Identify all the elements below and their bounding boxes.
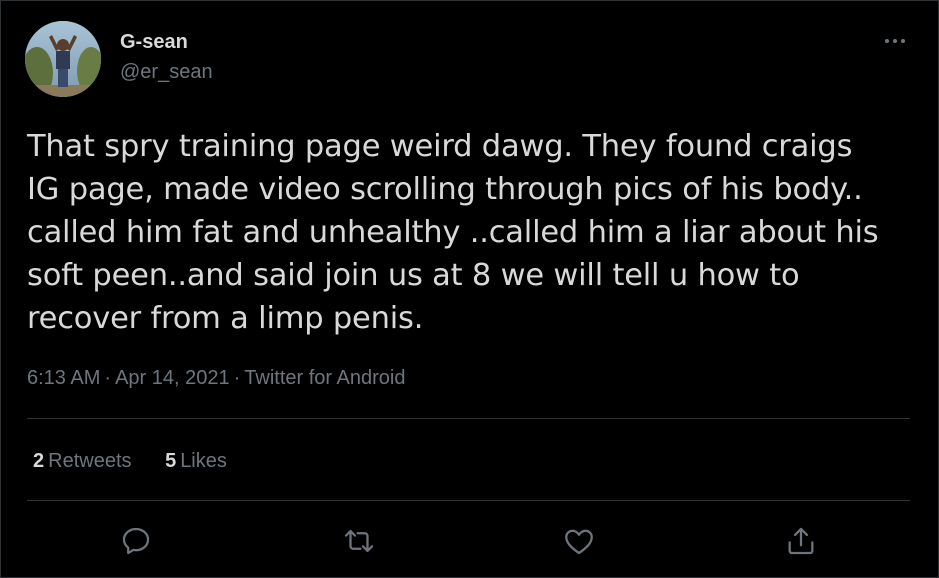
author-name[interactable]: G-sean <box>120 31 188 54</box>
divider <box>27 418 910 419</box>
divider <box>27 500 910 501</box>
reply-icon <box>122 527 150 555</box>
share-button[interactable] <box>781 521 821 561</box>
profile-photo-icon <box>25 21 101 97</box>
meta-separator: · <box>104 367 112 389</box>
tweet-metadata: 6:13 AM · Apr 14, 2021 · Twitter for Android <box>27 367 405 390</box>
tweet-card: G-sean @er_sean That spry training page … <box>0 0 939 578</box>
retweet-icon <box>344 529 374 553</box>
share-icon <box>788 527 814 555</box>
like-button[interactable] <box>559 521 599 561</box>
more-options-icon[interactable] <box>880 29 910 53</box>
retweet-button[interactable] <box>339 521 379 561</box>
tweet-text: That spry training page weird dawg. They… <box>27 129 879 336</box>
meta-separator: · <box>233 367 241 389</box>
heart-icon <box>565 529 593 555</box>
author-handle[interactable]: @er_sean <box>120 61 213 84</box>
retweets-count: 2 <box>33 450 45 472</box>
avatar[interactable] <box>25 21 101 97</box>
likes-label: Likes <box>180 450 227 472</box>
action-bar <box>1 513 938 567</box>
tweet-source-link[interactable]: Twitter for Android <box>244 367 405 389</box>
retweets-label: Retweets <box>48 450 132 472</box>
retweets-stat[interactable]: 2 Retweets <box>33 450 132 472</box>
tweet-stats: 2 Retweets 5 Likes <box>33 450 255 473</box>
tweet-date[interactable]: Apr 14, 2021 <box>115 367 230 389</box>
tweet-time[interactable]: 6:13 AM <box>27 367 100 389</box>
likes-stat[interactable]: 5 Likes <box>165 450 227 472</box>
reply-button[interactable] <box>116 521 156 561</box>
likes-count: 5 <box>165 450 177 472</box>
